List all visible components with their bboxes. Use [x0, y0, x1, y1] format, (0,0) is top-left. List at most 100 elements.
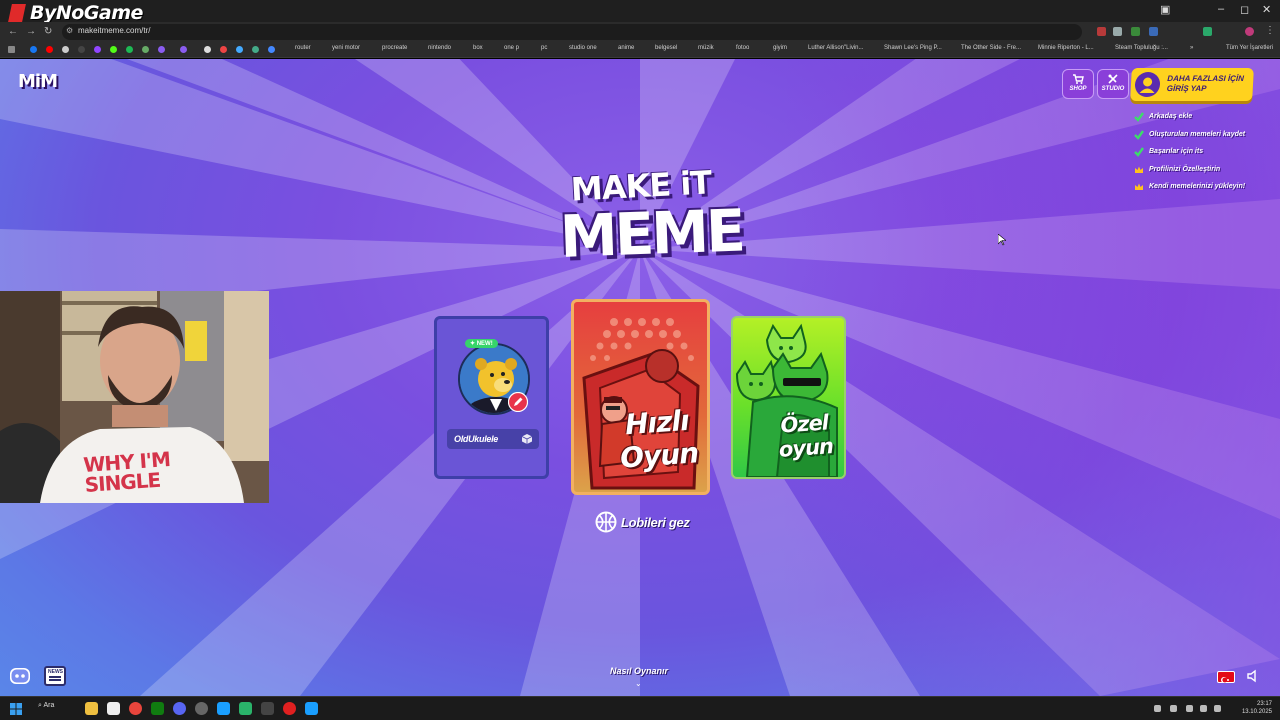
store-icon[interactable]	[107, 702, 120, 715]
login-label: DAHA FAZLASI İÇİN GİRİŞ YAP	[1166, 74, 1245, 93]
taskbar-search[interactable]: ⌕ Ara	[38, 702, 74, 716]
bookmark-icon[interactable]	[236, 46, 243, 53]
extension-icon[interactable]	[1113, 27, 1122, 36]
tray-overflow-icon[interactable]	[1154, 705, 1161, 712]
benefit-label: Profilinizi Özelleştirin	[1149, 165, 1221, 173]
tab-search-icon[interactable]: ▣	[1160, 3, 1170, 16]
cart-icon	[1073, 74, 1084, 84]
cube-icon[interactable]	[521, 433, 533, 445]
kick-icon[interactable]	[110, 46, 117, 53]
turkish-flag-icon[interactable]	[1217, 671, 1235, 683]
app-icon[interactable]	[239, 702, 252, 715]
bookmark-item[interactable]: giyim	[773, 45, 787, 51]
bookmark-item[interactable]: The Other Side - Fre...	[961, 45, 1021, 51]
address-bar[interactable]: ⚙ makeitmeme.com/tr/	[62, 24, 1082, 40]
twitch-icon[interactable]	[94, 46, 101, 53]
shop-button[interactable]: SHOP	[1062, 69, 1094, 99]
benefit-item: Başarılar için its	[1134, 146, 1245, 164]
bookmark-icon[interactable]	[268, 46, 275, 53]
apps-icon[interactable]	[8, 46, 15, 53]
system-clock[interactable]: 23:17 13.10.2025	[1242, 700, 1272, 716]
mouse-cursor-icon	[998, 234, 1006, 246]
how-to-play-link[interactable]: Nasıl Oynanır	[606, 666, 672, 676]
back-icon[interactable]: ←	[8, 26, 18, 37]
tray-icon[interactable]	[1186, 705, 1193, 712]
forward-icon[interactable]: →	[26, 26, 36, 37]
extension-icon[interactable]	[1203, 27, 1212, 36]
bookmark-item[interactable]: anime	[618, 45, 634, 51]
site-info-icon[interactable]: ⚙	[66, 26, 73, 35]
login-button[interactable]: DAHA FAZLASI İÇİN GİRİŞ YAP	[1130, 68, 1254, 101]
network-icon[interactable]	[1200, 705, 1207, 712]
extension-icon[interactable]	[1149, 27, 1158, 36]
reload-icon[interactable]: ↻	[44, 26, 52, 37]
bookmark-item[interactable]: belgesel	[655, 45, 677, 51]
bookmark-icon[interactable]	[204, 46, 211, 53]
bookmark-item[interactable]: Shawn Lee's Ping P...	[884, 45, 942, 51]
bookmark-item[interactable]: yeni motor	[332, 45, 360, 51]
steam-icon[interactable]	[217, 702, 230, 715]
extension-icon[interactable]	[1097, 27, 1106, 36]
custom-game-card[interactable]: Özel oyun	[731, 316, 846, 479]
bookmark-item[interactable]: pc	[541, 45, 547, 51]
tray-icon[interactable]	[1170, 705, 1177, 712]
bookmark-item[interactable]: nintendo	[428, 45, 451, 51]
app-icon[interactable]	[283, 702, 296, 715]
benefit-label: Başarılar için its	[1149, 148, 1204, 155]
stream-watermark: ByNoGame	[8, 2, 143, 24]
check-icon	[1134, 129, 1144, 140]
bookmark-item[interactable]: studio one	[569, 45, 597, 51]
edit-icon[interactable]	[508, 392, 528, 412]
facebook-icon[interactable]	[30, 46, 37, 53]
studio-button[interactable]: STUDIO	[1097, 69, 1129, 99]
extension-icon[interactable]	[1131, 27, 1140, 36]
bookmark-item[interactable]: box	[473, 45, 483, 51]
bookmark-item[interactable]: one p	[504, 45, 519, 51]
youtube-icon[interactable]	[46, 46, 53, 53]
bookmark-icon[interactable]	[78, 46, 85, 53]
bookmarks-overflow-icon[interactable]: »	[1190, 45, 1193, 51]
bookmark-item[interactable]: router	[295, 45, 311, 51]
bookmark-item[interactable]: procreate	[382, 45, 407, 51]
watermark-text: ByNoGame	[30, 2, 143, 24]
menu-icon[interactable]: ⋮	[1265, 25, 1275, 36]
spotify-icon[interactable]	[126, 46, 133, 53]
chrome-icon[interactable]	[129, 702, 142, 715]
browser-tabstrip: ByNoGame ▣ – ◻ ✕	[0, 0, 1280, 24]
bookmark-item[interactable]: Luther Allison"Livin...	[808, 45, 864, 51]
app-icon[interactable]	[195, 702, 208, 715]
maximize-icon[interactable]: ◻	[1240, 3, 1249, 16]
benefit-label: Arkadaş ekle	[1149, 113, 1193, 120]
minimize-icon[interactable]: –	[1218, 3, 1224, 15]
bookmark-icon[interactable]	[220, 46, 227, 53]
file-explorer-icon[interactable]	[85, 702, 98, 715]
windows-start-icon[interactable]	[10, 703, 22, 715]
bookmark-icon[interactable]	[158, 46, 165, 53]
profile-avatar[interactable]	[1245, 27, 1254, 36]
bookmark-item[interactable]: fotoo	[736, 45, 749, 51]
windows-taskbar: ⌕ Ara 23:17 13.10.2025	[0, 696, 1280, 720]
bookmark-item[interactable]: müzik	[698, 45, 714, 51]
discord-icon[interactable]	[9, 665, 31, 687]
news-button[interactable]: NEWS	[44, 666, 66, 686]
steam-icon[interactable]	[305, 702, 318, 715]
quick-play-card[interactable]: Hızlı Oyun	[571, 299, 710, 495]
discord-taskbar-icon[interactable]	[173, 702, 186, 715]
browse-lobbies-label: Lobileri gez	[621, 515, 690, 530]
xbox-icon[interactable]	[151, 702, 164, 715]
all-bookmarks[interactable]: Tüm Yer İşaretleri	[1226, 45, 1273, 51]
mim-logo[interactable]: MiM	[18, 71, 58, 92]
studio-icon	[1108, 74, 1118, 84]
bookmark-icon[interactable]	[180, 46, 187, 53]
x-icon[interactable]	[62, 46, 69, 53]
bookmark-item[interactable]: Minnie Riperton - L...	[1038, 45, 1094, 51]
shop-label: SHOP	[1069, 86, 1087, 92]
my-room-card[interactable]: ✦ NEW! OldUkulele	[434, 316, 549, 479]
bookmark-icon[interactable]	[142, 46, 149, 53]
bookmark-item[interactable]: Steam Topluluğu :...	[1115, 45, 1168, 51]
bookmark-icon[interactable]	[252, 46, 259, 53]
app-icon[interactable]	[261, 702, 274, 715]
volume-icon[interactable]	[1214, 705, 1221, 712]
close-icon[interactable]: ✕	[1262, 3, 1271, 16]
speaker-icon[interactable]	[1246, 669, 1260, 683]
